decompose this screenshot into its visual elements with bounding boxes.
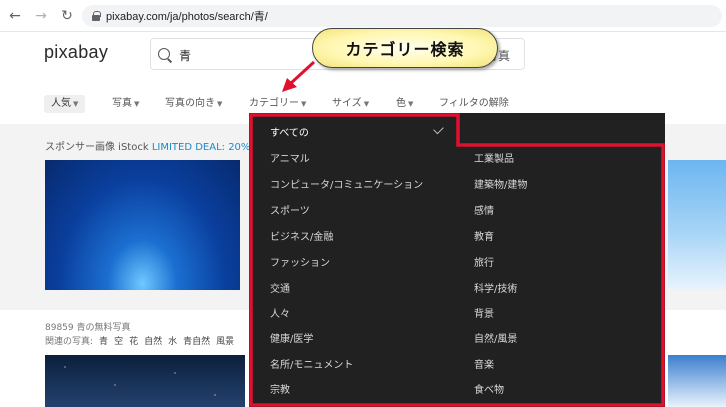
category-dropdown: すべての アニマル コンピュータ/コミュニケーション スポーツ ビジネス/金融 … bbox=[249, 113, 665, 407]
result-image[interactable] bbox=[45, 355, 245, 407]
filter-type[interactable]: 写真 ▼ bbox=[112, 95, 139, 113]
related-tag[interactable]: 自然 bbox=[144, 334, 162, 347]
sponsored-image[interactable] bbox=[45, 160, 240, 290]
callout-text: カテゴリー検索 bbox=[345, 40, 465, 59]
reload-icon[interactable]: ↻ bbox=[56, 5, 78, 27]
caret-down-icon: ▼ bbox=[408, 100, 414, 108]
related-tag[interactable]: 花 bbox=[129, 334, 138, 347]
lock-icon bbox=[92, 11, 101, 21]
category-item[interactable]: コンピュータ/コミュニケーション bbox=[270, 179, 423, 193]
category-item[interactable]: スポーツ bbox=[270, 205, 310, 219]
related-tag[interactable]: 空 bbox=[114, 334, 123, 347]
search-value: 青 bbox=[179, 49, 192, 63]
filter-color[interactable]: 色 ▼ bbox=[396, 95, 413, 113]
search-icon bbox=[158, 48, 170, 60]
forward-arrow-icon[interactable]: → bbox=[30, 5, 52, 27]
related-tag[interactable]: 水 bbox=[168, 334, 177, 347]
caret-down-icon: ▼ bbox=[363, 100, 370, 108]
url-text: pixabay.com/ja/photos/search/青/ bbox=[106, 11, 268, 23]
category-item[interactable]: 感情 bbox=[474, 205, 494, 219]
category-item[interactable]: 宗教 bbox=[270, 384, 290, 398]
sponsor-banner[interactable]: スポンサー画像 iStock LIMITED DEAL: 20% bbox=[45, 138, 250, 153]
result-image[interactable] bbox=[668, 355, 726, 407]
filter-orientation[interactable]: 写真の向き ▼ bbox=[165, 95, 222, 113]
category-all[interactable]: すべての bbox=[270, 127, 309, 141]
pixabay-logo[interactable]: pixabay bbox=[44, 42, 108, 63]
category-item[interactable]: 旅行 bbox=[474, 257, 494, 271]
caret-down-icon: ▼ bbox=[73, 100, 79, 108]
related-tag[interactable]: 青 bbox=[99, 334, 108, 347]
category-item[interactable]: 自然/風景 bbox=[474, 333, 517, 347]
category-item[interactable]: ファッション bbox=[270, 257, 330, 271]
results-count: 89859 青の無料写真 bbox=[45, 323, 131, 333]
category-item[interactable]: 工業製品 bbox=[474, 153, 514, 167]
category-item[interactable]: 建築物/建物 bbox=[474, 179, 527, 193]
category-item[interactable]: 背景 bbox=[474, 308, 494, 322]
related-tag[interactable]: 風景 bbox=[216, 334, 234, 347]
category-item[interactable]: アニマル bbox=[270, 153, 310, 167]
category-item[interactable]: 食べ物 bbox=[474, 384, 504, 398]
caret-down-icon: ▼ bbox=[217, 100, 223, 108]
category-item[interactable]: ビジネス/金融 bbox=[270, 231, 333, 245]
category-item[interactable]: 健康/医学 bbox=[270, 333, 313, 347]
category-item[interactable]: 交通 bbox=[270, 283, 290, 297]
category-item[interactable]: 科学/技術 bbox=[474, 283, 517, 297]
caret-down-icon: ▼ bbox=[134, 100, 140, 108]
category-item[interactable]: 音楽 bbox=[474, 359, 494, 373]
related-tags: 関連の写真: 青 空 花 自然 水 青自然 風景 bbox=[45, 334, 234, 347]
caret-down-icon: ▼ bbox=[301, 100, 307, 108]
address-bar[interactable]: pixabay.com/ja/photos/search/青/ bbox=[82, 5, 722, 27]
back-arrow-icon[interactable]: ← bbox=[4, 5, 26, 27]
callout-bubble: カテゴリー検索 bbox=[312, 28, 498, 68]
category-item[interactable]: 名所/モニュメント bbox=[270, 359, 353, 373]
filter-popular[interactable]: 人気 ▼ bbox=[44, 95, 86, 113]
filter-size[interactable]: サイズ ▼ bbox=[332, 95, 369, 113]
clear-filters-link[interactable]: フィルタの解除 bbox=[439, 95, 509, 113]
category-item[interactable]: 人々 bbox=[270, 308, 290, 322]
sponsored-image[interactable] bbox=[668, 160, 726, 290]
page: ← → ↻ pixabay.com/ja/photos/search/青/ pi… bbox=[0, 0, 726, 407]
related-tag[interactable]: 青自然 bbox=[183, 334, 210, 347]
category-item[interactable]: 教育 bbox=[474, 231, 494, 245]
